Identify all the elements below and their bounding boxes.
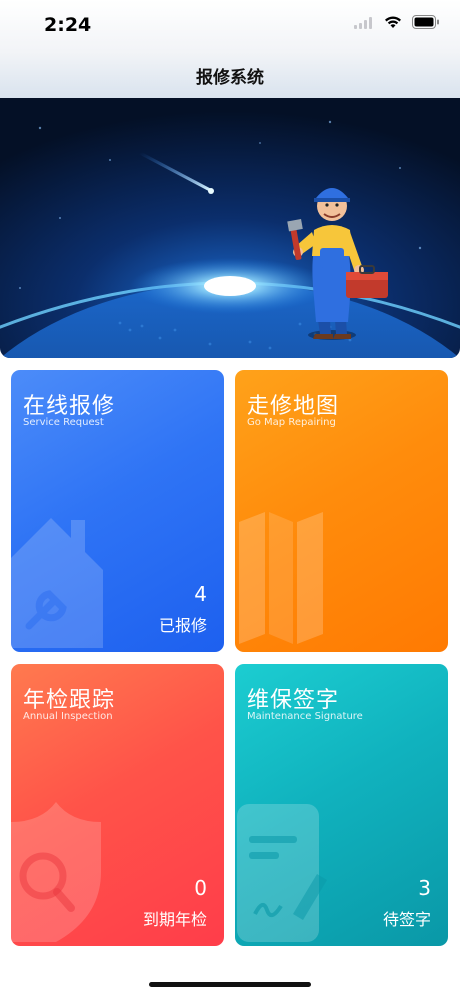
- status-icons: [354, 14, 440, 33]
- battery-icon: [412, 14, 440, 33]
- house-wrench-icon: [11, 508, 111, 652]
- signal-icon: [354, 14, 374, 33]
- card-subtitle: Service Request: [23, 417, 104, 428]
- service-request-card[interactable]: 在线报修 Service Request 4 已报修: [11, 370, 224, 652]
- maintenance-signature-card[interactable]: 维保签字 Maintenance Signature 3 待签字: [235, 664, 448, 946]
- card-title: 维保签字: [247, 688, 340, 713]
- card-subtitle: Maintenance Signature: [247, 711, 363, 722]
- status-time: 2:24: [44, 14, 92, 36]
- card-count: 0: [194, 876, 207, 900]
- card-count-label: 已报修: [158, 616, 207, 635]
- card-title: 在线报修: [23, 394, 116, 419]
- card-title: 走修地图: [247, 394, 340, 419]
- wifi-icon: [384, 14, 402, 33]
- shield-search-icon: [11, 802, 111, 946]
- banner-image: [0, 98, 460, 358]
- card-subtitle: Annual Inspection: [23, 711, 113, 722]
- card-count: 3: [418, 876, 431, 900]
- page-title: 报修系统: [196, 67, 264, 88]
- map-repairing-card[interactable]: 走修地图 Go Map Repairing: [235, 370, 448, 652]
- map-icon: [235, 508, 335, 652]
- status-bar: 2:24: [0, 0, 460, 52]
- card-count-label: 待签字: [382, 910, 431, 929]
- navigation-bar: 报修系统: [0, 52, 460, 98]
- card-subtitle: Go Map Repairing: [247, 417, 336, 428]
- card-count-label: 到期年检: [142, 910, 207, 929]
- home-indicator[interactable]: [149, 982, 311, 987]
- card-count: 4: [194, 582, 207, 606]
- document-signature-icon: [235, 802, 335, 946]
- card-title: 年检跟踪: [23, 688, 116, 713]
- annual-inspection-card[interactable]: 年检跟踪 Annual Inspection 0 到期年检: [11, 664, 224, 946]
